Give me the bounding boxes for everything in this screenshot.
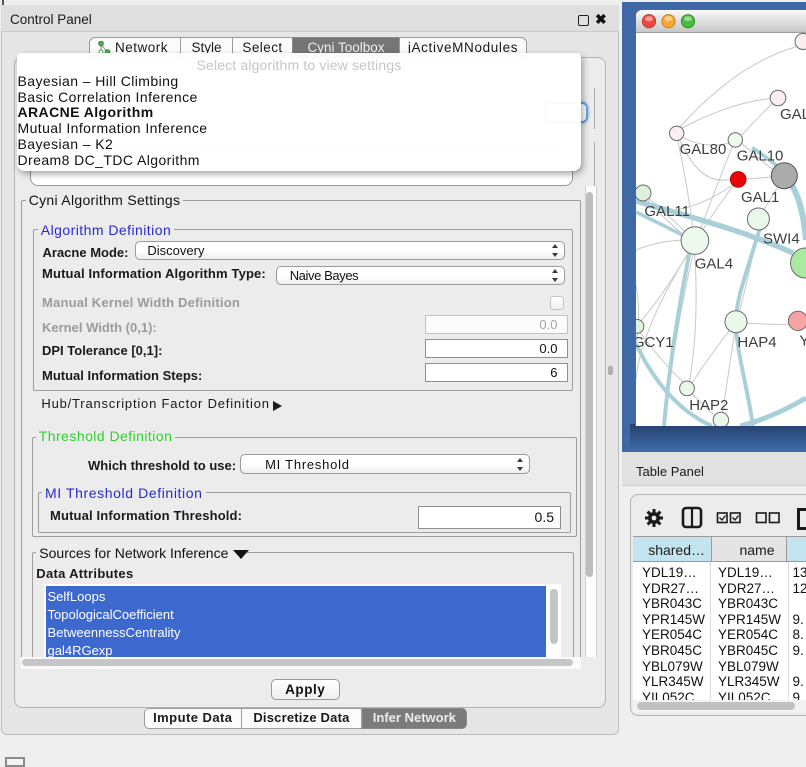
- svg-text:GAL1: GAL1: [741, 189, 779, 206]
- svg-text:GAL80: GAL80: [680, 141, 727, 158]
- svg-text:GAL10: GAL10: [737, 148, 784, 165]
- svg-text:GAL11: GAL11: [644, 203, 690, 220]
- svg-text:HAP2: HAP2: [689, 397, 728, 414]
- svg-text:GAL7: GAL7: [780, 106, 806, 123]
- svg-text:GAL4: GAL4: [695, 256, 733, 273]
- svg-text:YJR: YJR: [799, 333, 806, 350]
- svg-text:HAP4: HAP4: [737, 334, 776, 351]
- svg-text:GCY1: GCY1: [636, 334, 674, 351]
- svg-text:SWI4: SWI4: [763, 231, 800, 248]
